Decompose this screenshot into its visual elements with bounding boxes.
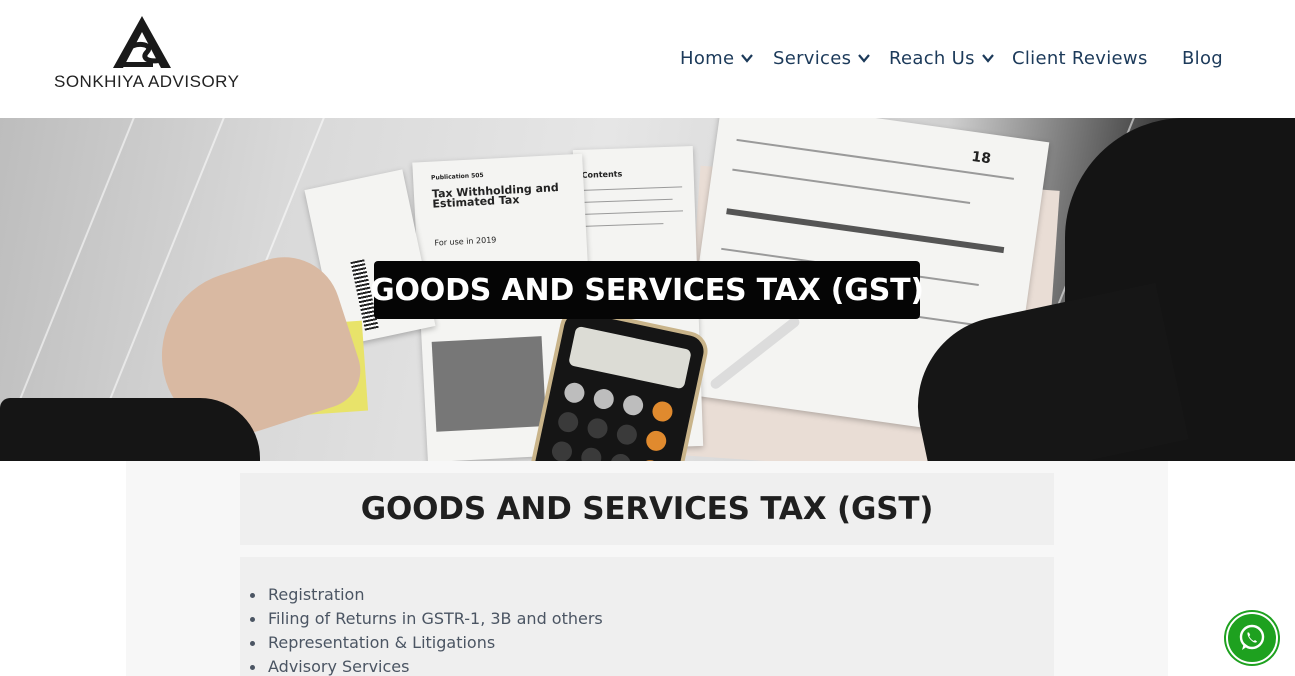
calculator-key [621,393,645,418]
calculator-key [550,439,574,461]
calculator-key [579,445,604,461]
calculator-key [556,410,581,435]
nav-reach-us-label: Reach Us [889,47,975,69]
section-heading-box: GOODS AND SERVICES TAX (GST) [240,473,1054,545]
form-line [726,208,1005,254]
nav-services[interactable]: Services [773,44,871,72]
nav-reach-us[interactable]: Reach Us [889,44,995,72]
main-content: GOODS AND SERVICES TAX (GST) Registratio… [126,461,1168,676]
hero-banner: 18 Contents Publication 505 Tax Withhold… [0,118,1295,461]
form-line [583,223,664,227]
list-item: Filing of Returns in GSTR-1, 3B and othe… [250,607,603,631]
nav-home[interactable]: Home [680,44,754,72]
section-heading: GOODS AND SERVICES TAX (GST) [360,491,934,527]
whatsapp-icon [1239,624,1265,650]
list-item: Advisory Services [250,655,603,676]
nav-blog[interactable]: Blog [1182,44,1223,72]
form-line [732,168,971,204]
brand-logo[interactable]: SONKHIYA ADVISORY [54,14,239,94]
site-header: SONKHIYA ADVISORY Home Services Reach Us… [0,0,1295,118]
publication-year: For use in 2019 [434,235,497,248]
services-list-box: Registration Filing of Returns in GSTR-1… [240,557,1054,676]
form-line [582,198,673,203]
flag-illustration [431,336,547,432]
publication-heading: Tax Withholding and Estimated Tax [431,181,560,211]
calculator-key [615,422,639,447]
chevron-down-icon [858,54,871,63]
chevron-down-icon [741,54,754,63]
sa-monogram-icon [113,16,171,68]
list-item: Representation & Litigations [250,631,603,655]
calculator-key [591,387,616,411]
nav-client-reviews[interactable]: Client Reviews [1012,44,1148,72]
brand-name: SONKHIYA ADVISORY [54,72,240,91]
nav-blog-label: Blog [1182,47,1223,69]
nav-client-reviews-label: Client Reviews [1012,47,1148,69]
calculator-key [650,399,675,424]
chevron-down-icon [981,54,994,63]
nav-services-label: Services [773,47,852,69]
list-item: Registration [250,583,603,607]
contents-heading: Contents [581,169,623,180]
publication-label: Publication 505 [430,171,484,182]
nav-home-label: Home [680,47,735,69]
hero-title: GOODS AND SERVICES TAX (GST) [370,261,924,319]
services-list: Registration Filing of Returns in GSTR-1… [250,583,603,676]
calculator-key [644,428,669,453]
form-line [582,186,683,191]
sleeve [0,398,260,461]
form-number: 18 [970,148,992,168]
calculator-key [562,380,587,405]
calculator-screen [568,325,692,390]
whatsapp-button[interactable] [1226,612,1278,664]
form-line [583,210,684,215]
calculator-key [608,452,633,461]
calculator-key [585,416,610,441]
